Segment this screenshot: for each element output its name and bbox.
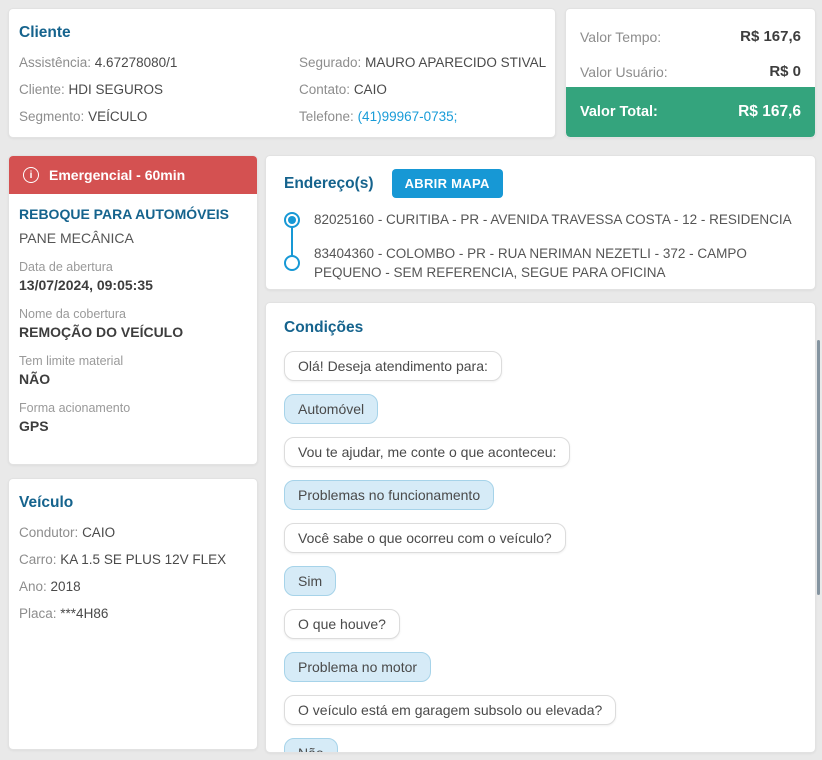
chat-answer: Problema no motor: [284, 652, 432, 682]
valor-total-row: Valor Total: R$ 167,6: [566, 87, 815, 137]
service-name: REBOQUE PARA AUTOMÓVEIS: [19, 206, 230, 222]
open-map-button[interactable]: ABRIR MAPA: [391, 169, 503, 198]
phone-link[interactable]: (41)99967-0735;: [358, 109, 458, 124]
client-card: Cliente Assistência: 4.67278080/1 Client…: [8, 8, 556, 138]
chat-question: O veículo está em garagem subsolo ou ele…: [284, 695, 617, 725]
conditions-card-title: Condições: [284, 319, 364, 336]
detail-value: 13/07/2024, 09:05:35: [19, 277, 153, 293]
field-label: Ano:: [19, 579, 47, 594]
valor-total-value: R$ 167,6: [738, 103, 801, 120]
destination-dot-icon: [284, 255, 300, 272]
field-value: 4.67278080/1: [94, 55, 178, 70]
address-stop-origin: 82025160 - CURITIBA - PR - AVENIDA TRAVE…: [284, 210, 801, 230]
valor-label: Valor Usuário:: [580, 63, 668, 80]
field-label: Placa:: [19, 606, 57, 621]
addresses-card-title: Endereço(s): [284, 174, 374, 192]
emergency-banner: i Emergencial - 60min: [9, 156, 257, 194]
field-value: VEÍCULO: [88, 109, 148, 124]
field-contato: Contato: CAIO: [299, 82, 546, 97]
valor-value: R$ 0: [769, 63, 801, 80]
address-timeline: 82025160 - CURITIBA - PR - AVENIDA TRAVE…: [284, 210, 801, 283]
field-label: Condutor:: [19, 525, 79, 540]
vertical-scrollbar-thumb[interactable]: [817, 340, 820, 595]
client-fields: Assistência: 4.67278080/1 Cliente: HDI S…: [19, 55, 546, 136]
origin-dot-icon: [284, 211, 300, 228]
address-stop-destination: 83404360 - COLOMBO - PR - RUA NERIMAN NE…: [284, 244, 801, 283]
field-carro: Carro: KA 1.5 SE PLUS 12V FLEX: [19, 552, 247, 567]
field-value: CAIO: [353, 82, 387, 97]
detail-data-abertura: Data de abertura 13/07/2024, 09:05:35: [19, 260, 247, 293]
service-subtitle: PANE MECÂNICA: [19, 230, 134, 246]
detail-label: Nome da cobertura: [19, 307, 127, 321]
field-label: Cliente:: [19, 82, 65, 97]
field-value: ***4H86: [60, 606, 109, 621]
values-card: Valor Tempo: R$ 167,6 Valor Usuário: R$ …: [565, 8, 816, 138]
field-placa: Placa: ***4H86: [19, 606, 247, 621]
chat-question: Olá! Deseja atendimento para:: [284, 351, 502, 381]
service-card: i Emergencial - 60min REBOQUE PARA AUTOM…: [8, 155, 258, 465]
detail-label: Forma acionamento: [19, 401, 131, 415]
field-label: Segurado:: [299, 55, 362, 70]
chat-question: O que houve?: [284, 609, 400, 639]
field-segurado: Segurado: MAURO APARECIDO STIVAL: [299, 55, 546, 70]
valor-label: Valor Tempo:: [580, 28, 662, 45]
field-segmento: Segmento: VEÍCULO: [19, 109, 289, 124]
field-assistencia: Assistência: 4.67278080/1: [19, 55, 289, 70]
addresses-card: Endereço(s) ABRIR MAPA 82025160 - CURITI…: [265, 155, 816, 290]
chat-question: Você sabe o que ocorreu com o veículo?: [284, 523, 566, 553]
detail-label: Data de abertura: [19, 260, 113, 274]
emergency-banner-label: Emergencial - 60min: [49, 167, 186, 183]
field-telefone: Telefone: (41)99967-0735;: [299, 109, 546, 124]
valor-tempo-row: Valor Tempo: R$ 167,6: [580, 19, 801, 54]
field-value: CAIO: [82, 525, 116, 540]
address-text: 82025160 - CURITIBA - PR - AVENIDA TRAVE…: [314, 212, 792, 227]
valor-value: R$ 167,6: [740, 28, 801, 45]
field-value: KA 1.5 SE PLUS 12V FLEX: [60, 552, 227, 567]
field-label: Contato:: [299, 82, 351, 97]
field-label: Segmento:: [19, 109, 85, 124]
detail-value: GPS: [19, 418, 49, 434]
field-cliente: Cliente: HDI SEGUROS: [19, 82, 289, 97]
chat-answer: Sim: [284, 566, 337, 596]
detail-cobertura: Nome da cobertura REMOÇÃO DO VEÍCULO: [19, 307, 247, 340]
chat-answer: Não: [284, 738, 338, 752]
address-text: 83404360 - COLOMBO - PR - RUA NERIMAN NE…: [314, 245, 747, 281]
field-label: Assistência:: [19, 55, 92, 70]
chat-answer: Problemas no funcionamento: [284, 480, 495, 510]
field-ano: Ano: 2018: [19, 579, 247, 594]
field-label: Carro:: [19, 552, 57, 567]
conditions-card: Condições Olá! Deseja atendimento para: …: [265, 302, 816, 753]
field-condutor: Condutor: CAIO: [19, 525, 247, 540]
vehicle-card: Veículo Condutor: CAIO Carro: KA 1.5 SE …: [8, 478, 258, 750]
chat-answer: Automóvel: [284, 394, 379, 424]
info-icon: i: [23, 167, 39, 183]
valor-total-label: Valor Total:: [580, 104, 658, 120]
detail-value: NÃO: [19, 371, 51, 387]
detail-label: Tem limite material: [19, 354, 124, 368]
vehicle-card-title: Veículo: [19, 494, 74, 511]
detail-forma-acionamento: Forma acionamento GPS: [19, 401, 247, 434]
field-value: HDI SEGUROS: [68, 82, 164, 97]
field-value: MAURO APARECIDO STIVAL: [365, 55, 547, 70]
field-label: Telefone:: [299, 109, 354, 124]
client-card-title: Cliente: [19, 24, 71, 41]
detail-value: REMOÇÃO DO VEÍCULO: [19, 324, 184, 340]
field-value: 2018: [50, 579, 81, 594]
detail-limite-material: Tem limite material NÃO: [19, 354, 247, 387]
chat-question: Vou te ajudar, me conte o que aconteceu:: [284, 437, 571, 467]
valor-usuario-row: Valor Usuário: R$ 0: [580, 54, 801, 89]
